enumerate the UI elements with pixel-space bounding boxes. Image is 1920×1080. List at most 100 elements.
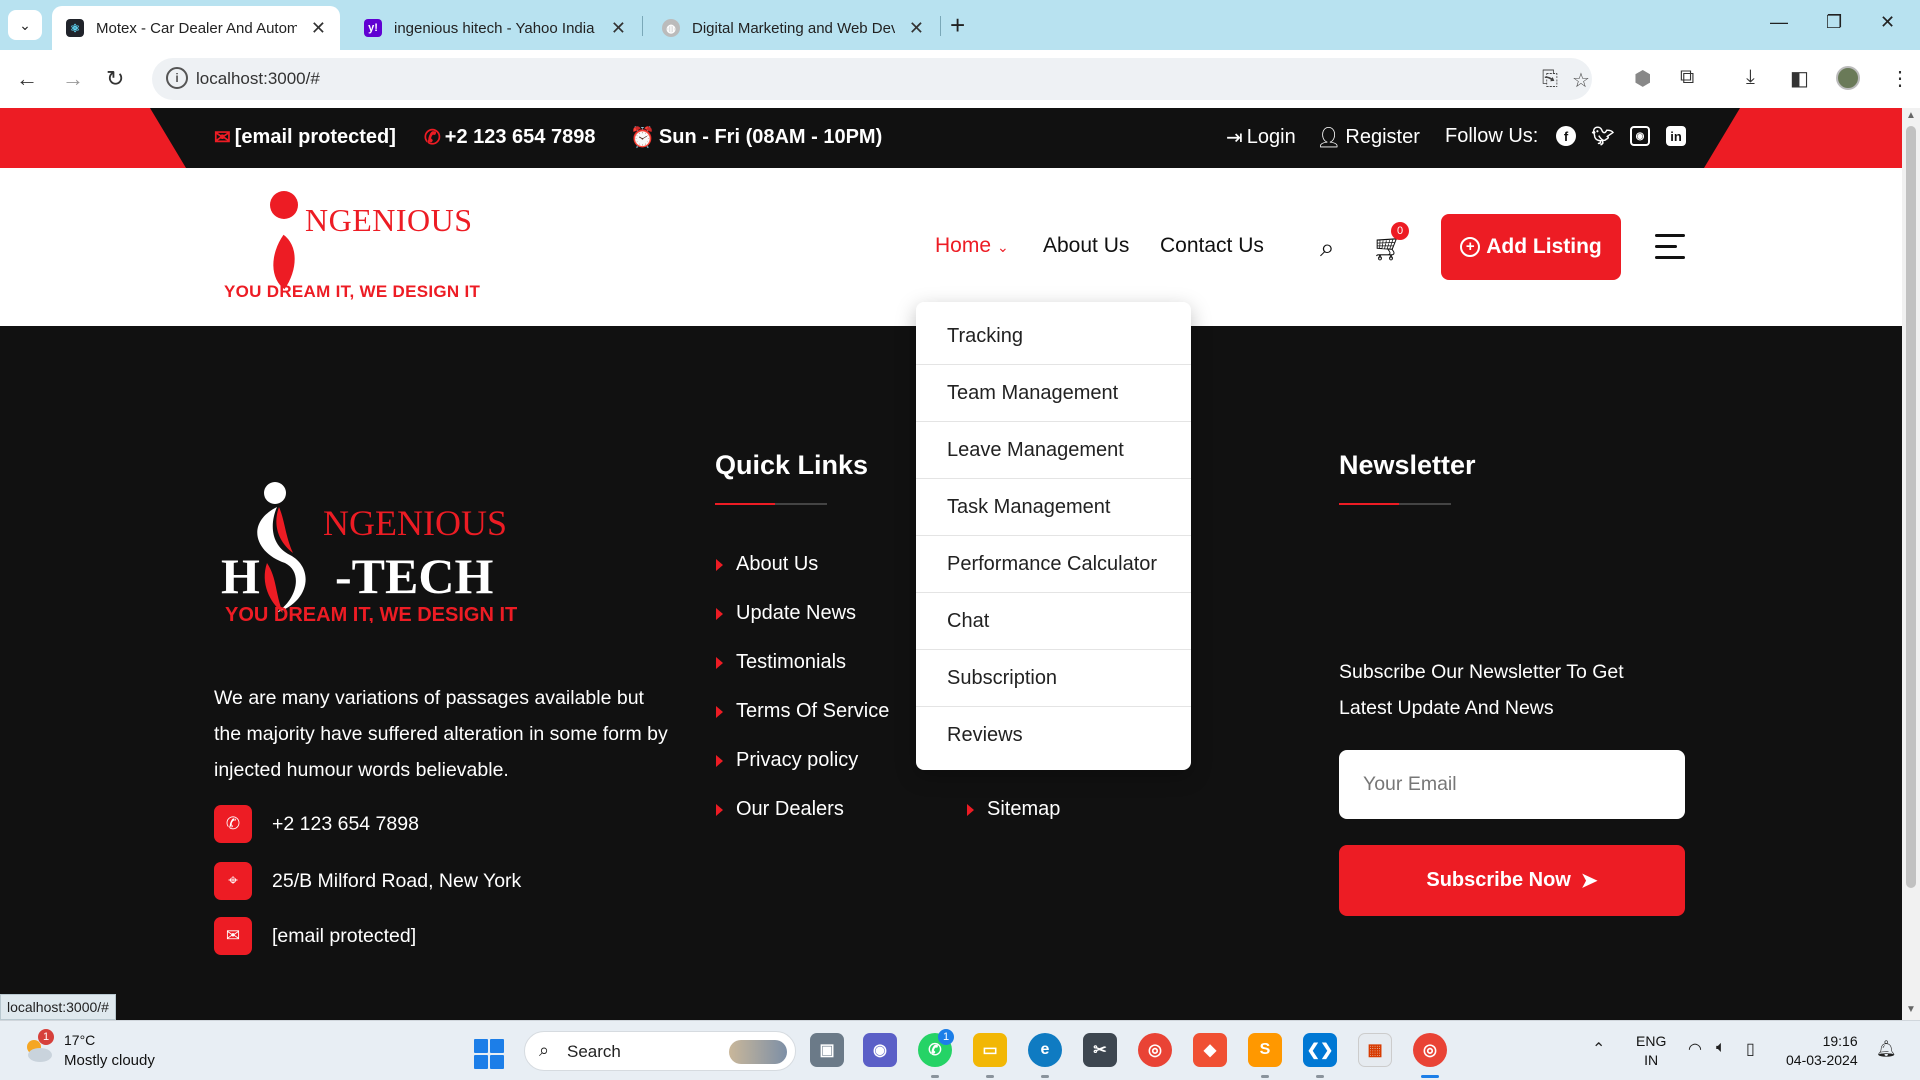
login-link[interactable]: ⇥ Login [1226, 125, 1296, 150]
topbar-email[interactable]: ✉ [email protected] [214, 125, 396, 150]
search-icon[interactable]: ⌕ [1320, 232, 1335, 264]
tab-search-button[interactable]: ⌄ [8, 10, 42, 40]
close-tab-icon[interactable]: ✕ [611, 18, 626, 39]
chrome-icon[interactable]: ◎ [1138, 1033, 1172, 1067]
nav-home[interactable]: Home ⌄ [935, 234, 1009, 258]
weather-temp[interactable]: 17°C [64, 1032, 95, 1048]
browser-tab-motex[interactable]: ⚛ Motex - Car Dealer And Automotive ✕ [52, 6, 340, 50]
close-tab-icon[interactable]: ✕ [909, 18, 924, 39]
chrome-active-icon[interactable]: ◎ [1413, 1033, 1447, 1067]
cart-count-badge: 0 [1391, 222, 1409, 240]
add-listing-button[interactable]: + Add Listing [1441, 214, 1621, 280]
quick-link-about[interactable]: About Us [716, 553, 818, 576]
footer-logo-tech: -TECH [335, 548, 493, 604]
site-info-icon[interactable]: i [166, 67, 188, 89]
footer-logo-wordmark: NGENIOUS [323, 503, 507, 543]
register-label: Register [1345, 126, 1420, 148]
dropdown-item-task-management[interactable]: Task Management [916, 479, 1191, 536]
dropdown-item-chat[interactable]: Chat [916, 593, 1191, 650]
linkedin-icon[interactable]: in [1666, 126, 1686, 146]
bookmark-star-icon[interactable]: ☆ [1572, 68, 1590, 93]
dropdown-item-leave-management[interactable]: Leave Management [916, 422, 1191, 479]
reload-icon[interactable]: ↻ [106, 66, 124, 92]
user-icon: 👤︎ [1316, 127, 1342, 149]
newsletter-email-input[interactable] [1339, 750, 1685, 819]
forward-icon[interactable]: → [62, 66, 84, 92]
edge-browser-icon[interactable]: e [1028, 1033, 1062, 1067]
quick-link-testimonials[interactable]: Testimonials [716, 651, 846, 674]
snipping-tool-icon[interactable]: ✂ [1083, 1033, 1117, 1067]
quick-link-update-news[interactable]: Update News [716, 602, 856, 625]
side-panel-icon[interactable]: ◧ [1790, 66, 1809, 91]
phone-icon: ✆ [424, 127, 441, 149]
dropdown-item-subscription[interactable]: Subscription [916, 650, 1191, 707]
new-tab-button[interactable]: + [950, 10, 965, 41]
system-clock[interactable]: 19:16 04-03-2024 [1786, 1032, 1858, 1070]
extensions-icon[interactable]: ⧉ [1680, 66, 1694, 89]
profile-avatar[interactable] [1836, 66, 1860, 90]
yahoo-icon: y! [364, 19, 382, 37]
browser-tab-bar: ⌄ ⚛ Motex - Car Dealer And Automotive ✕ … [0, 0, 1920, 50]
page-scrollbar[interactable]: ▲ ▼ [1902, 108, 1920, 1020]
twitter-icon[interactable]: 🐦︎ [1592, 126, 1615, 146]
facebook-icon[interactable]: f [1556, 126, 1576, 146]
alarm-clock-icon: ⏰ [630, 127, 655, 149]
topbar-phone[interactable]: ✆ +2 123 654 7898 [424, 125, 595, 150]
register-link[interactable]: 👤︎ Register [1316, 125, 1420, 150]
footer-logo[interactable]: NGENIOUS H -TECH YOU DREAM IT, WE DESIGN… [215, 463, 535, 623]
file-explorer-icon[interactable]: ▭ [973, 1033, 1007, 1067]
wifi-icon[interactable]: ◠ [1688, 1039, 1702, 1059]
volume-icon[interactable]: 🔈︎ [1716, 1039, 1726, 1057]
battery-icon[interactable]: ▯ [1746, 1039, 1755, 1059]
language-indicator[interactable]: ENG IN [1636, 1032, 1666, 1070]
scroll-down-icon[interactable]: ▼ [1906, 1004, 1916, 1015]
nav-about[interactable]: About Us [1043, 234, 1129, 258]
minimize-icon[interactable]: — [1770, 12, 1788, 33]
shield-extension-icon[interactable]: ⬢ [1634, 66, 1651, 91]
dropdown-item-team-management[interactable]: Team Management [916, 365, 1191, 422]
topbar-email-text: [email protected] [234, 126, 396, 148]
address-bar[interactable]: i localhost:3000/# ⎘ ☆ [152, 58, 1592, 100]
lang-region: IN [1644, 1052, 1659, 1068]
footer-contact-email[interactable]: ✉ [email protected] [214, 917, 416, 955]
instagram-icon[interactable]: ◉ [1630, 126, 1650, 146]
footer-contact-phone[interactable]: ✆ +2 123 654 7898 [214, 805, 419, 843]
vscode-icon[interactable]: ❮❯ [1303, 1033, 1337, 1067]
tray-overflow-icon[interactable]: ⌃ [1592, 1039, 1605, 1059]
sublime-text-icon[interactable]: S [1248, 1033, 1282, 1067]
notification-bell-icon[interactable]: 🔔︎ [1876, 1039, 1896, 1059]
back-icon[interactable]: ← [16, 66, 38, 92]
quick-link-sitemap[interactable]: Sitemap [967, 798, 1060, 821]
dropdown-item-tracking[interactable]: Tracking [916, 308, 1191, 365]
restore-icon[interactable]: ❐ [1826, 12, 1842, 33]
dropdown-item-performance-calculator[interactable]: Performance Calculator [916, 536, 1191, 593]
footer-logo-h: H [221, 548, 260, 604]
ms-store-icon[interactable]: ▦ [1358, 1033, 1392, 1067]
subscribe-button[interactable]: Subscribe Now ➤ [1339, 845, 1685, 916]
close-window-icon[interactable]: ✕ [1880, 12, 1895, 33]
quick-link-privacy[interactable]: Privacy policy [716, 749, 858, 772]
git-client-icon[interactable]: ◆ [1193, 1033, 1227, 1067]
scroll-up-icon[interactable]: ▲ [1906, 110, 1916, 121]
quick-link-dealers[interactable]: Our Dealers [716, 798, 844, 821]
windows-start-icon[interactable] [474, 1039, 504, 1069]
meet-chat-icon[interactable]: ◉ [863, 1033, 897, 1067]
scrollbar-thumb[interactable] [1906, 126, 1916, 888]
download-icon[interactable]: ⤓ [1746, 66, 1755, 89]
tab-title: Motex - Car Dealer And Automotive [96, 19, 297, 37]
web-page: ✉ [email protected] ✆ +2 123 654 7898 ⏰ … [0, 108, 1902, 1020]
browser-tab-digital[interactable]: ◍ Digital Marketing and Web Development … [648, 6, 938, 50]
task-view-icon[interactable]: ▣ [810, 1033, 844, 1067]
weather-condition[interactable]: Mostly cloudy [64, 1052, 155, 1069]
close-tab-icon[interactable]: ✕ [311, 18, 326, 39]
url-text[interactable]: localhost:3000/# [196, 69, 320, 89]
install-app-icon[interactable]: ⎘ [1542, 68, 1558, 91]
menu-kebab-icon[interactable]: ⋮ [1890, 66, 1910, 91]
hamburger-menu-icon[interactable] [1655, 234, 1685, 267]
taskbar-search[interactable]: ⌕ Search [524, 1031, 796, 1071]
dropdown-item-reviews[interactable]: Reviews [916, 707, 1191, 764]
newsletter-text: Subscribe Our Newsletter To Get Latest U… [1339, 661, 1624, 719]
nav-contact[interactable]: Contact Us [1160, 234, 1264, 258]
browser-tab-yahoo[interactable]: y! ingenious hitech - Yahoo India Search… [350, 6, 640, 50]
quick-link-terms[interactable]: Terms Of Service [716, 700, 889, 723]
